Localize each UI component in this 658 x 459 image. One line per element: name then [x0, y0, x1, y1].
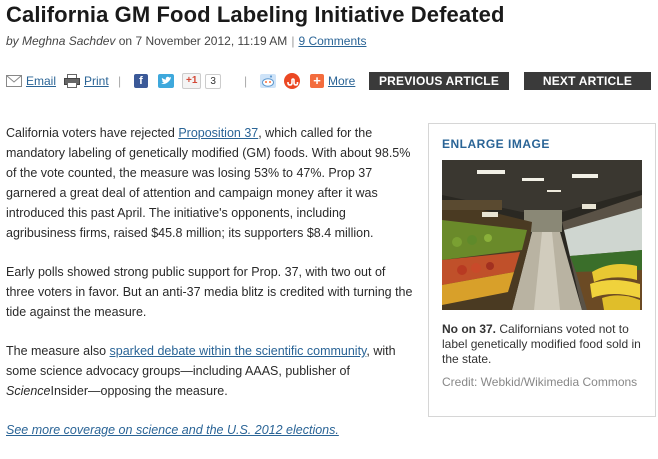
proposition-37-link[interactable]: Proposition 37 [178, 126, 258, 140]
print-icon [64, 74, 80, 88]
paragraph-1-text-a: California voters have rejected [6, 126, 179, 140]
article-title: California GM Food Labeling Initiative D… [6, 2, 505, 27]
print-action[interactable]: Print [64, 72, 109, 90]
paragraph-3-text-a: The measure also [6, 344, 110, 358]
twitter-icon[interactable] [158, 74, 174, 88]
next-article-button[interactable]: NEXT ARTICLE [524, 72, 651, 90]
paragraph-1: California voters have rejected Proposit… [6, 123, 416, 243]
email-link[interactable]: Email [26, 74, 56, 88]
supermarket-photo[interactable] [442, 160, 642, 310]
email-action[interactable]: Email [6, 72, 56, 90]
more-coverage-link[interactable]: See more coverage on science and the U.S… [6, 423, 339, 437]
stumbleupon-icon[interactable] [284, 73, 300, 89]
byline-separator: | [291, 34, 295, 48]
facebook-icon[interactable]: f [134, 74, 148, 88]
byline-prefix: by [6, 34, 23, 48]
paragraph-1-text-b: , which called for the mandatory labelin… [6, 126, 411, 240]
article-body: California voters have rejected Proposit… [6, 123, 416, 459]
science-italic: Science [6, 384, 51, 398]
share-more-icon: + [310, 74, 324, 88]
comments-link[interactable]: 9 Comments [298, 34, 366, 48]
supermarket-image [442, 160, 642, 310]
image-sidebar: ENLARGE IMAGE No on 37. Californians vot… [428, 123, 656, 417]
google-plus-count: 3 [205, 73, 221, 89]
author-name: Meghna Sachdev [22, 34, 116, 48]
email-icon [6, 75, 22, 87]
toolbar-divider: | [118, 74, 122, 88]
caption-headline: No on 37. [442, 322, 497, 336]
paragraph-3-text-c: Insider—opposing the measure. [50, 384, 228, 398]
scientific-debate-link[interactable]: sparked debate within the scientific com… [110, 344, 367, 358]
photo-credit: Credit: Webkid/Wikimedia Commons [442, 375, 638, 389]
publish-date: on 7 November 2012, 11:19 AM [115, 34, 288, 48]
share-toolbar: Email Print | f +1 3 | + More PREVIOUS A… [6, 72, 651, 92]
reddit-icon[interactable] [260, 74, 276, 88]
photo-caption: No on 37. Californians voted not to labe… [442, 322, 642, 367]
print-link[interactable]: Print [84, 74, 109, 88]
toolbar-divider-2: | [244, 74, 248, 88]
enlarge-image-link[interactable]: ENLARGE IMAGE [442, 137, 550, 151]
paragraph-2: Early polls showed strong public support… [6, 265, 413, 319]
more-share-link[interactable]: More [328, 74, 355, 88]
more-share-action[interactable]: + More [310, 72, 355, 90]
previous-article-button[interactable]: PREVIOUS ARTICLE [369, 72, 509, 90]
byline: by Meghna Sachdev on 7 November 2012, 11… [6, 34, 366, 48]
google-plus-icon[interactable]: +1 [182, 73, 202, 89]
paragraph-3: The measure also sparked debate within t… [6, 341, 416, 401]
